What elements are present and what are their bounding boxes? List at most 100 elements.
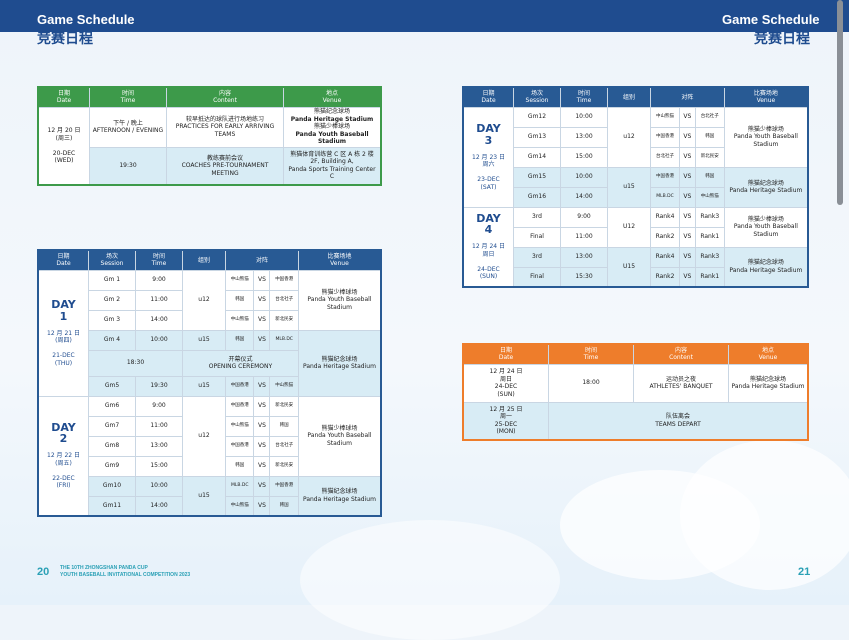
session-cell: Gm10 xyxy=(88,475,136,497)
venue-cell: 熊猫纪念球场 Panda Heritage Stadium xyxy=(728,363,809,403)
group-cell: u15 xyxy=(182,475,226,517)
team-a: Rank4 xyxy=(649,246,681,268)
header-venue: 地点 Venue xyxy=(728,343,809,365)
day1-day2-schedule-table: 日期 Date 场次 Session 时间 Time 组别 对阵 比赛场地 Venue … xyxy=(37,249,382,517)
team-b: 台北社子 xyxy=(694,106,725,128)
vs-label: VS xyxy=(253,435,271,457)
time-cell: 14:00 xyxy=(135,495,183,517)
team-b: MLB.DC xyxy=(269,329,299,351)
table-row: 3rd 13:00 U15 Rank4 VS Rank3 熊猫纪念球场 Panda… xyxy=(463,246,809,288)
table-row: 12 月 20 日 (周三) 20-DEC (WED) 下午 / 晚上 AFTERNOO… xyxy=(37,106,382,186)
team-a: 韩国 xyxy=(224,329,255,351)
header-matchup: 对阵 xyxy=(225,249,299,271)
time-cell: 10:00 xyxy=(560,166,608,188)
scrollbar[interactable] xyxy=(837,0,843,205)
team-b: 新北民安 xyxy=(269,309,299,331)
venue-cell: 熊猫少棒球场 Panda Youth Baseball Stadium xyxy=(297,269,382,331)
page-title-cn-right: 竞赛日程 xyxy=(754,31,810,47)
cloud-decoration xyxy=(300,520,560,640)
team-b: 韩国 xyxy=(269,495,299,517)
venue-cell: 熊猫体育训练营 C 区 A 栋 2 楼 2F, Building A, Panda … xyxy=(283,146,382,186)
team-b: 中山熊猫 xyxy=(694,186,725,208)
team-b: 中山熊猫 xyxy=(269,375,299,397)
table-row: Gm15 10:00 u15 中国香港 VS 韩国 熊猫纪念球场 Panda He… xyxy=(463,166,809,208)
vs-label: VS xyxy=(679,126,696,148)
team-a: MLB.DC xyxy=(224,475,255,497)
vs-label: VS xyxy=(253,329,271,351)
header-time: 时间 Time xyxy=(560,86,608,108)
team-b: 台北社子 xyxy=(269,435,299,457)
venue-cell: 熊猫少棒球场 Panda Youth Baseball Stadium xyxy=(297,395,382,477)
date-cell: 12 月 20 日 (周三) 20-DEC (WED) xyxy=(37,106,90,186)
time-cell: 9:00 xyxy=(135,395,183,417)
vs-label: VS xyxy=(253,395,271,417)
team-a: 中山熊猫 xyxy=(224,269,255,291)
time-cell: 11:00 xyxy=(560,226,608,248)
vs-label: VS xyxy=(679,266,696,288)
page-number-right: 21 xyxy=(798,566,811,578)
session-cell: 3rd xyxy=(513,246,561,268)
header-venue: 比赛场地 Venue xyxy=(723,86,809,108)
vs-label: VS xyxy=(679,166,696,188)
group-cell: u15 xyxy=(607,166,651,208)
team-b: 韩国 xyxy=(694,166,725,188)
header-venue: 地点 Venue xyxy=(283,86,382,108)
time-cell: 11:00 xyxy=(135,415,183,437)
team-a: Rank2 xyxy=(649,226,681,248)
page-title-en-right: Game Schedule xyxy=(722,12,820,27)
team-b: 韩国 xyxy=(269,415,299,437)
team-a: 中山熊猫 xyxy=(224,495,255,517)
time-cell: 15:30 xyxy=(560,266,608,288)
header-matchup: 对阵 xyxy=(650,86,725,108)
team-a: 中国香港 xyxy=(649,126,681,148)
time-cell: 10:00 xyxy=(135,475,183,497)
time-cell: 10:00 xyxy=(560,106,608,128)
table-row: 19:30 教练赛前会议 COACHES PRE-TOURNAMENT MEETI… xyxy=(38,146,382,186)
session-cell: Gm15 xyxy=(513,166,561,188)
time-cell: 18:00 xyxy=(548,363,634,403)
team-a: 韩国 xyxy=(224,289,255,311)
venue-cell: 熊猫纪念球场 Panda Heritage Stadium xyxy=(723,246,809,288)
team-a: 韩国 xyxy=(224,455,255,477)
date-cell: 12 月 24 日周日 24-DEC (SUN) xyxy=(462,363,549,403)
team-b: 韩国 xyxy=(694,126,725,148)
session-cell: Gm8 xyxy=(88,435,136,457)
table-row: DAY 3 12 月 23 日周六 23-DEC (SAT) Gm12 10:00 u1… xyxy=(462,106,809,208)
team-b: Rank3 xyxy=(694,206,725,228)
time-cell: 18:30 xyxy=(88,349,183,377)
team-b: 新北民安 xyxy=(694,146,725,168)
content-cell: 队伍离会 TEAMS DEPART xyxy=(548,401,809,441)
content-cell: 运动员之夜 ATHLETES' BANQUET xyxy=(633,363,729,403)
time-cell: 19:30 xyxy=(135,375,183,397)
header-session: 场次 Session xyxy=(88,249,136,271)
content-cell: 教练赛前会议 COACHES PRE-TOURNAMENT MEETING xyxy=(166,146,284,186)
day2-cell: DAY 2 12 月 22 日 (周五) 22-DEC (FRI) xyxy=(37,395,89,517)
table-row: Gm 4 10:00 u15 韩国 VS MLB.DC 熊猫纪念球场 Panda … xyxy=(38,329,382,397)
session-cell: Gm12 xyxy=(513,106,561,128)
header-group: 组别 xyxy=(182,249,226,271)
header-date: 日期 Date xyxy=(462,86,514,108)
vs-label: VS xyxy=(253,289,271,311)
vs-label: VS xyxy=(679,186,696,208)
team-a: Rank4 xyxy=(649,206,681,228)
venue-cell: 熊猫纪念球场 Panda Heritage Stadium xyxy=(297,475,382,517)
session-cell: Gm 4 xyxy=(88,329,136,351)
page-number-left: 20 xyxy=(37,566,50,578)
team-a: Rank2 xyxy=(649,266,681,288)
team-b: Rank1 xyxy=(694,226,725,248)
team-b: 中国香港 xyxy=(269,475,299,497)
ceremony-cell: 开幕仪式 OPENING CEREMONY xyxy=(182,349,299,377)
content-cell: 较早抵达的球队进行场地练习 PRACTICES FOR EARLY ARRIVIN… xyxy=(166,106,284,148)
table-row: DAY 1 12 月 21 日 (周四) 21-DEC (THU) Gm 1 9:00 u… xyxy=(37,269,382,397)
table-row: Gm10 10:00 u15 MLB.DC VS 中国香港 熊猫纪念球场 Pand… xyxy=(38,475,382,517)
session-cell: 3rd xyxy=(513,206,561,228)
session-cell: Final xyxy=(513,266,561,288)
team-b: 台北社子 xyxy=(269,289,299,311)
time-cell: 9:00 xyxy=(135,269,183,291)
team-b: Rank1 xyxy=(694,266,725,288)
time-cell: 13:00 xyxy=(560,126,608,148)
group-cell: u15 xyxy=(182,375,226,397)
vs-label: VS xyxy=(253,455,271,477)
header-date: 日期 Date xyxy=(37,86,90,108)
page-title-en-left: Game Schedule xyxy=(37,12,135,27)
